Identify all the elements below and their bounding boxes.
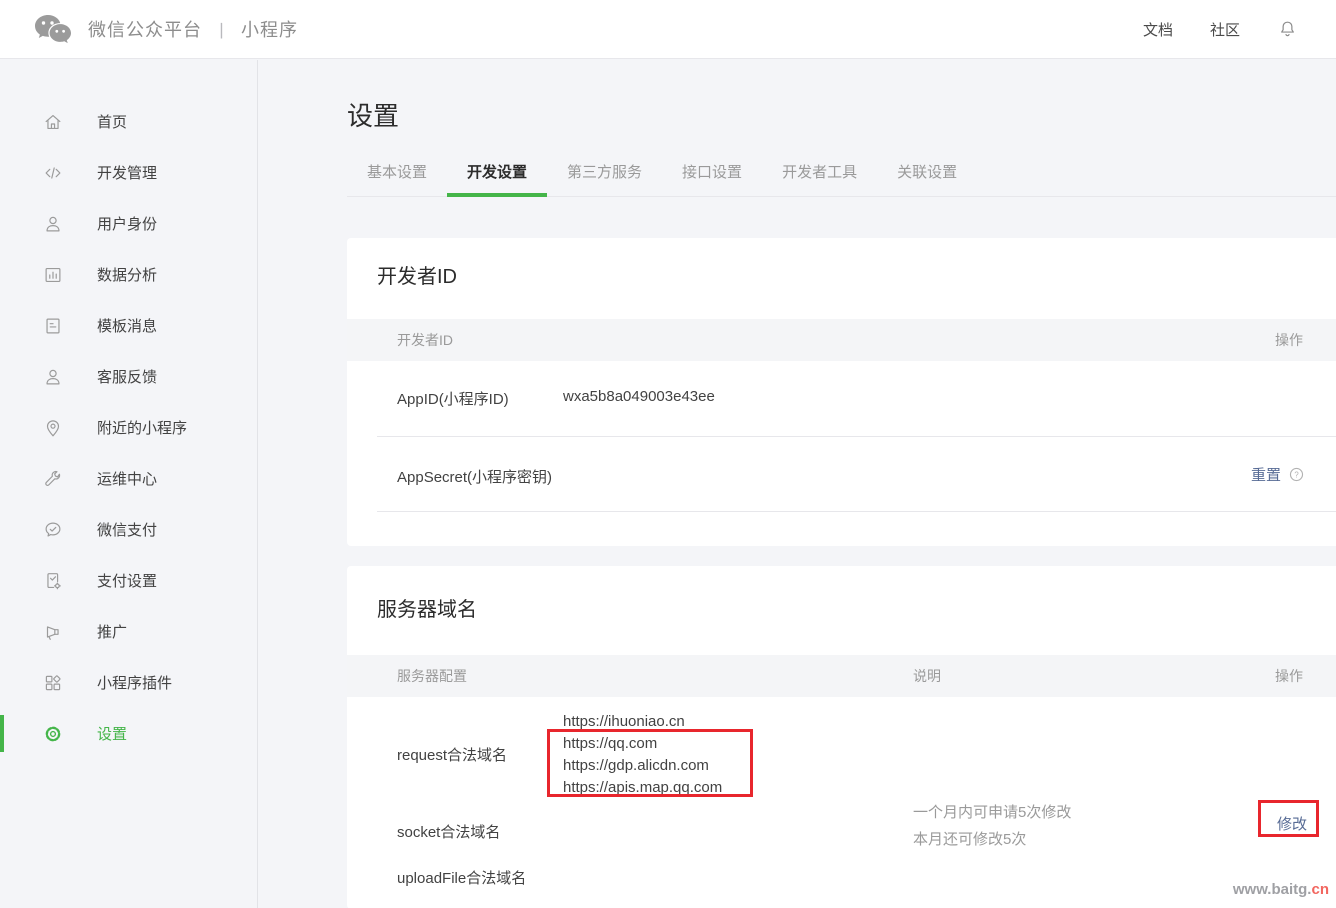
tab-linked-settings[interactable]: 关联设置 xyxy=(877,164,977,196)
sidebar-item-label: 附近的小程序 xyxy=(97,417,187,438)
column-header-server-config: 服务器配置 xyxy=(347,666,467,686)
tab-dev-settings[interactable]: 开发设置 xyxy=(447,164,547,196)
sidebar-item-data-analysis[interactable]: 数据分析 xyxy=(0,249,257,300)
note-line: 本月还可修改5次 xyxy=(913,826,1071,853)
wrench-icon xyxy=(42,468,64,490)
sidebar-item-label: 设置 xyxy=(97,723,127,744)
reset-appsecret-button[interactable]: 重置 xyxy=(1251,464,1281,485)
settings-tabs: 基本设置 开发设置 第三方服务 接口设置 开发者工具 关联设置 xyxy=(347,164,1336,197)
brand-title: 微信公众平台 xyxy=(88,16,202,42)
tab-basic-settings[interactable]: 基本设置 xyxy=(347,164,447,196)
wechat-pay-icon xyxy=(42,519,64,541)
sidebar-item-promotion[interactable]: 推广 xyxy=(0,606,257,657)
nav-community-link[interactable]: 社区 xyxy=(1210,19,1240,40)
code-icon xyxy=(42,162,64,184)
watermark-suffix: cn xyxy=(1311,881,1329,898)
sidebar-item-ops-center[interactable]: 运维中心 xyxy=(0,453,257,504)
sidebar-nav: 首页 开发管理 用户身份 数据分析 模板消息 客服反馈 xyxy=(0,60,258,908)
tab-api-settings[interactable]: 接口设置 xyxy=(662,164,762,196)
sidebar-item-label: 支付设置 xyxy=(97,570,157,591)
domain-entry: https://ihuoniao.cn xyxy=(563,711,722,733)
sidebar-item-label: 数据分析 xyxy=(97,264,157,285)
modify-quota-note: 一个月内可申请5次修改 本月还可修改5次 xyxy=(913,799,1071,853)
developer-id-card: 开发者ID 开发者ID 操作 AppID(小程序ID) wxa5b8a04900… xyxy=(347,238,1336,546)
appsecret-label: AppSecret(小程序密钥) xyxy=(397,466,552,487)
sidebar-item-label: 推广 xyxy=(97,621,127,642)
sidebar-item-settings[interactable]: 设置 xyxy=(0,708,257,759)
nav-docs-link[interactable]: 文档 xyxy=(1143,19,1173,40)
sidebar-item-label: 首页 xyxy=(97,111,127,132)
sidebar-item-label: 客服反馈 xyxy=(97,366,157,387)
active-indicator xyxy=(0,715,4,752)
tab-dev-tools[interactable]: 开发者工具 xyxy=(762,164,877,196)
domain-entry: https://apis.map.qq.com xyxy=(563,777,722,799)
sidebar-item-label: 运维中心 xyxy=(97,468,157,489)
server-domain-table-header: 服务器配置 说明 操作 xyxy=(347,655,1336,697)
sidebar-item-dev-management[interactable]: 开发管理 xyxy=(0,147,257,198)
request-domain-list: https://ihuoniao.cn https://qq.com https… xyxy=(563,711,722,799)
note-line: 一个月内可申请5次修改 xyxy=(913,799,1071,826)
tab-third-party[interactable]: 第三方服务 xyxy=(547,164,662,196)
appid-value: wxa5b8a049003e43ee xyxy=(563,388,715,405)
brand-separator: 丨 xyxy=(213,17,230,42)
page-title: 设置 xyxy=(347,100,1336,132)
bar-chart-icon xyxy=(42,264,64,286)
customer-service-icon xyxy=(42,366,64,388)
gear-icon xyxy=(42,723,64,745)
megaphone-icon xyxy=(42,621,64,643)
wechat-logo-icon xyxy=(33,13,73,45)
svg-text:?: ? xyxy=(1294,470,1299,479)
main-content: 设置 基本设置 开发设置 第三方服务 接口设置 开发者工具 关联设置 开发者ID… xyxy=(347,60,1336,908)
domain-entry: https://gdp.alicdn.com xyxy=(563,755,722,777)
template-message-icon xyxy=(42,315,64,337)
home-icon xyxy=(42,111,64,133)
column-header-action: 操作 xyxy=(1275,330,1303,350)
request-domain-label: request合法域名 xyxy=(397,744,507,765)
sidebar-item-pay-settings[interactable]: 支付设置 xyxy=(0,555,257,606)
sidebar-item-label: 微信支付 xyxy=(97,519,157,540)
location-pin-icon xyxy=(42,417,64,439)
brand-area[interactable]: 微信公众平台 丨 小程序 xyxy=(0,13,298,45)
sidebar-item-nearby-miniprogram[interactable]: 附近的小程序 xyxy=(0,402,257,453)
sidebar-item-label: 小程序插件 xyxy=(97,672,172,693)
sidebar-item-label: 模板消息 xyxy=(97,315,157,336)
sidebar-item-customer-feedback[interactable]: 客服反馈 xyxy=(0,351,257,402)
server-domain-section-title: 服务器域名 xyxy=(377,593,477,622)
column-header-developer-id: 开发者ID xyxy=(347,330,453,350)
sidebar-item-label: 用户身份 xyxy=(97,213,157,234)
top-header: 微信公众平台 丨 小程序 文档 社区 xyxy=(0,0,1336,59)
payment-settings-icon xyxy=(42,570,64,592)
product-title: 小程序 xyxy=(241,16,298,42)
sidebar-item-home[interactable]: 首页 xyxy=(0,96,257,147)
user-icon xyxy=(42,213,64,235)
modify-domains-button[interactable]: 修改 xyxy=(1277,813,1307,834)
socket-domain-label: socket合法域名 xyxy=(397,821,500,842)
sidebar-item-plugins[interactable]: 小程序插件 xyxy=(0,657,257,708)
domain-entry: https://qq.com xyxy=(563,733,722,755)
row-divider xyxy=(377,511,1336,512)
column-header-note: 说明 xyxy=(913,666,941,686)
sidebar-item-template-message[interactable]: 模板消息 xyxy=(0,300,257,351)
sidebar-item-label: 开发管理 xyxy=(97,162,157,183)
notification-bell-icon[interactable] xyxy=(1277,18,1298,40)
row-divider xyxy=(377,436,1336,437)
plugin-icon xyxy=(42,672,64,694)
site-watermark: www.baitg.cn xyxy=(1233,881,1329,898)
sidebar-item-wechat-pay[interactable]: 微信支付 xyxy=(0,504,257,555)
sidebar-item-user-identity[interactable]: 用户身份 xyxy=(0,198,257,249)
developer-id-table-header: 开发者ID 操作 xyxy=(347,319,1336,361)
watermark-prefix: www.baitg. xyxy=(1233,881,1312,898)
uploadfile-domain-label: uploadFile合法域名 xyxy=(397,867,526,888)
developer-id-section-title: 开发者ID xyxy=(377,260,457,289)
server-domain-card: 服务器域名 服务器配置 说明 操作 request合法域名 https://ih… xyxy=(347,566,1336,908)
appid-label: AppID(小程序ID) xyxy=(397,388,509,409)
help-question-icon[interactable]: ? xyxy=(1288,466,1305,483)
column-header-action: 操作 xyxy=(1275,666,1303,686)
